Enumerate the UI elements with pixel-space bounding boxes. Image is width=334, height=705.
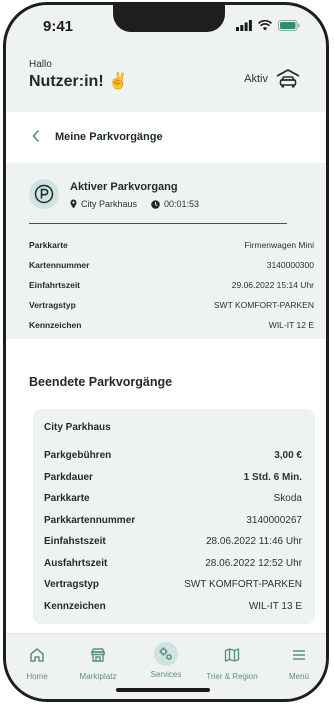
detail-row: Parkgebühren 3,00 € bbox=[44, 445, 302, 467]
detail-label: Parkkartennummer bbox=[44, 514, 136, 526]
tab-label: Marktplatz bbox=[79, 672, 117, 681]
detail-row: Einfahrtszeit 29.06.2022 15:14 Uhr bbox=[29, 275, 314, 295]
home-indicator bbox=[116, 688, 210, 692]
signal-icon bbox=[236, 20, 252, 31]
detail-label: Parkkarte bbox=[44, 493, 90, 505]
detail-label: Ausfahrtszeit bbox=[44, 557, 108, 569]
detail-label: Einfahrtszeit bbox=[29, 280, 81, 290]
detail-row: Einfahstszeit 28.06.2022 11:46 Uhr bbox=[44, 531, 302, 553]
detail-value: 29.06.2022 15:14 Uhr bbox=[231, 280, 314, 290]
status-time: 9:41 bbox=[43, 18, 74, 35]
user-name: Nutzer:in! ✌ bbox=[29, 73, 129, 90]
detail-row: Kennzeichen WIL-IT 12 E bbox=[29, 315, 314, 335]
card-details: Parkgebühren 3,00 € Parkdauer 1 Std. 6 Min… bbox=[44, 445, 302, 617]
detail-row: Parkkarte Firmenwagen Mini bbox=[29, 235, 314, 255]
active-location: City Parkhaus bbox=[70, 199, 137, 209]
location-pin-icon bbox=[70, 199, 77, 209]
greeting: Hallo bbox=[29, 59, 52, 70]
detail-value: WIL-IT 13 E bbox=[248, 600, 302, 612]
detail-value: SWT KOMFORT-PARKEN bbox=[184, 579, 302, 591]
active-details: Parkkarte Firmenwagen Mini Kartennummer 31… bbox=[29, 235, 314, 335]
detail-row: Vertragstyp SWT KOMFORT-PARKEN bbox=[44, 574, 302, 596]
active-duration-text: 00:01:53 bbox=[164, 199, 200, 209]
tab-menu[interactable]: Menü bbox=[269, 642, 326, 681]
detail-value: Firmenwagen Mini bbox=[244, 240, 314, 250]
detail-label: Einfahstszeit bbox=[44, 536, 106, 548]
detail-row: Parkkarte Skoda bbox=[44, 488, 302, 510]
phone: 9:41 Hallo Nutzer:in! ✌ Aktiv Meine Park… bbox=[0, 0, 334, 705]
detail-row: Ausfahrtszeit 28.06.2022 12:52 Uhr bbox=[44, 553, 302, 575]
tab-services[interactable]: Services bbox=[136, 642, 196, 679]
detail-value: Skoda bbox=[273, 493, 302, 505]
detail-value: WIL-IT 12 E bbox=[268, 320, 314, 330]
detail-value: 3140000267 bbox=[246, 514, 302, 526]
nav-bar: Meine Parkvorgänge bbox=[6, 112, 326, 163]
tab-home[interactable]: Home bbox=[7, 642, 67, 681]
store-icon bbox=[90, 648, 106, 662]
clock-icon bbox=[151, 199, 160, 209]
detail-row: Kennzeichen WIL-IT 13 E bbox=[44, 596, 302, 618]
detail-value: 28.06.2022 12:52 Uhr bbox=[205, 557, 302, 569]
detail-row: Kartennummer 3140000300 bbox=[29, 255, 314, 275]
parking-icon bbox=[29, 179, 59, 209]
detail-label: Parkdauer bbox=[44, 471, 93, 483]
chevron-left-icon[interactable] bbox=[31, 129, 41, 143]
detail-row: Parkdauer 1 Std. 6 Min. bbox=[44, 467, 302, 489]
detail-label: Kartennummer bbox=[29, 260, 90, 270]
battery-icon bbox=[278, 20, 300, 31]
section-title: Beendete Parkvorgänge bbox=[29, 375, 173, 389]
status-label: Aktiv bbox=[244, 73, 268, 85]
page-title: Meine Parkvorgänge bbox=[55, 131, 163, 143]
detail-label: Vertragstyp bbox=[29, 300, 76, 310]
card-title: City Parkhaus bbox=[44, 422, 111, 433]
parking-status[interactable]: Aktiv bbox=[244, 69, 300, 89]
active-duration: 00:01:53 bbox=[151, 199, 199, 209]
status-bar: 9:41 bbox=[6, 5, 326, 45]
detail-value: 1 Std. 6 Min. bbox=[243, 471, 302, 483]
active-parking-title: Aktiver Parkvorgang bbox=[70, 181, 178, 193]
tab-marktplatz[interactable]: Marktplatz bbox=[68, 642, 128, 681]
services-icon bbox=[159, 647, 172, 660]
tab-trier-region[interactable]: Trier & Region bbox=[202, 642, 262, 681]
detail-label: Vertragstyp bbox=[44, 579, 100, 591]
detail-value: SWT KOMFORT-PARKEN bbox=[213, 300, 314, 310]
tab-label: Trier & Region bbox=[206, 672, 258, 681]
map-icon bbox=[224, 648, 240, 662]
detail-row: Vertragstyp SWT KOMFORT-PARKEN bbox=[29, 295, 314, 315]
active-location-text: City Parkhaus bbox=[81, 199, 138, 209]
detail-label: Parkgebühren bbox=[44, 450, 112, 462]
menu-icon bbox=[293, 650, 305, 660]
home-icon bbox=[30, 648, 44, 662]
tab-label: Home bbox=[26, 672, 48, 681]
detail-label: Kennzeichen bbox=[44, 600, 106, 612]
detail-value: 28.06.2022 11:46 Uhr bbox=[205, 536, 302, 548]
parking-garage-icon bbox=[276, 69, 300, 88]
tab-label: Menü bbox=[288, 672, 309, 681]
parking-card[interactable]: City Parkhaus Parkgebühren 3,00 € Parkdau… bbox=[33, 409, 315, 624]
detail-row: Parkkartennummer 3140000267 bbox=[44, 510, 302, 532]
detail-value: 3140000300 bbox=[266, 260, 314, 270]
tab-label: Services bbox=[150, 670, 182, 679]
detail-label: Parkkarte bbox=[29, 240, 68, 250]
screen: 9:41 Hallo Nutzer:in! ✌ Aktiv Meine Park… bbox=[3, 2, 329, 702]
divider bbox=[29, 223, 287, 224]
wifi-icon bbox=[258, 20, 272, 31]
status-icons bbox=[236, 20, 300, 31]
detail-value: 3,00 € bbox=[274, 450, 302, 462]
notch bbox=[113, 5, 225, 32]
detail-label: Kennzeichen bbox=[29, 320, 82, 330]
